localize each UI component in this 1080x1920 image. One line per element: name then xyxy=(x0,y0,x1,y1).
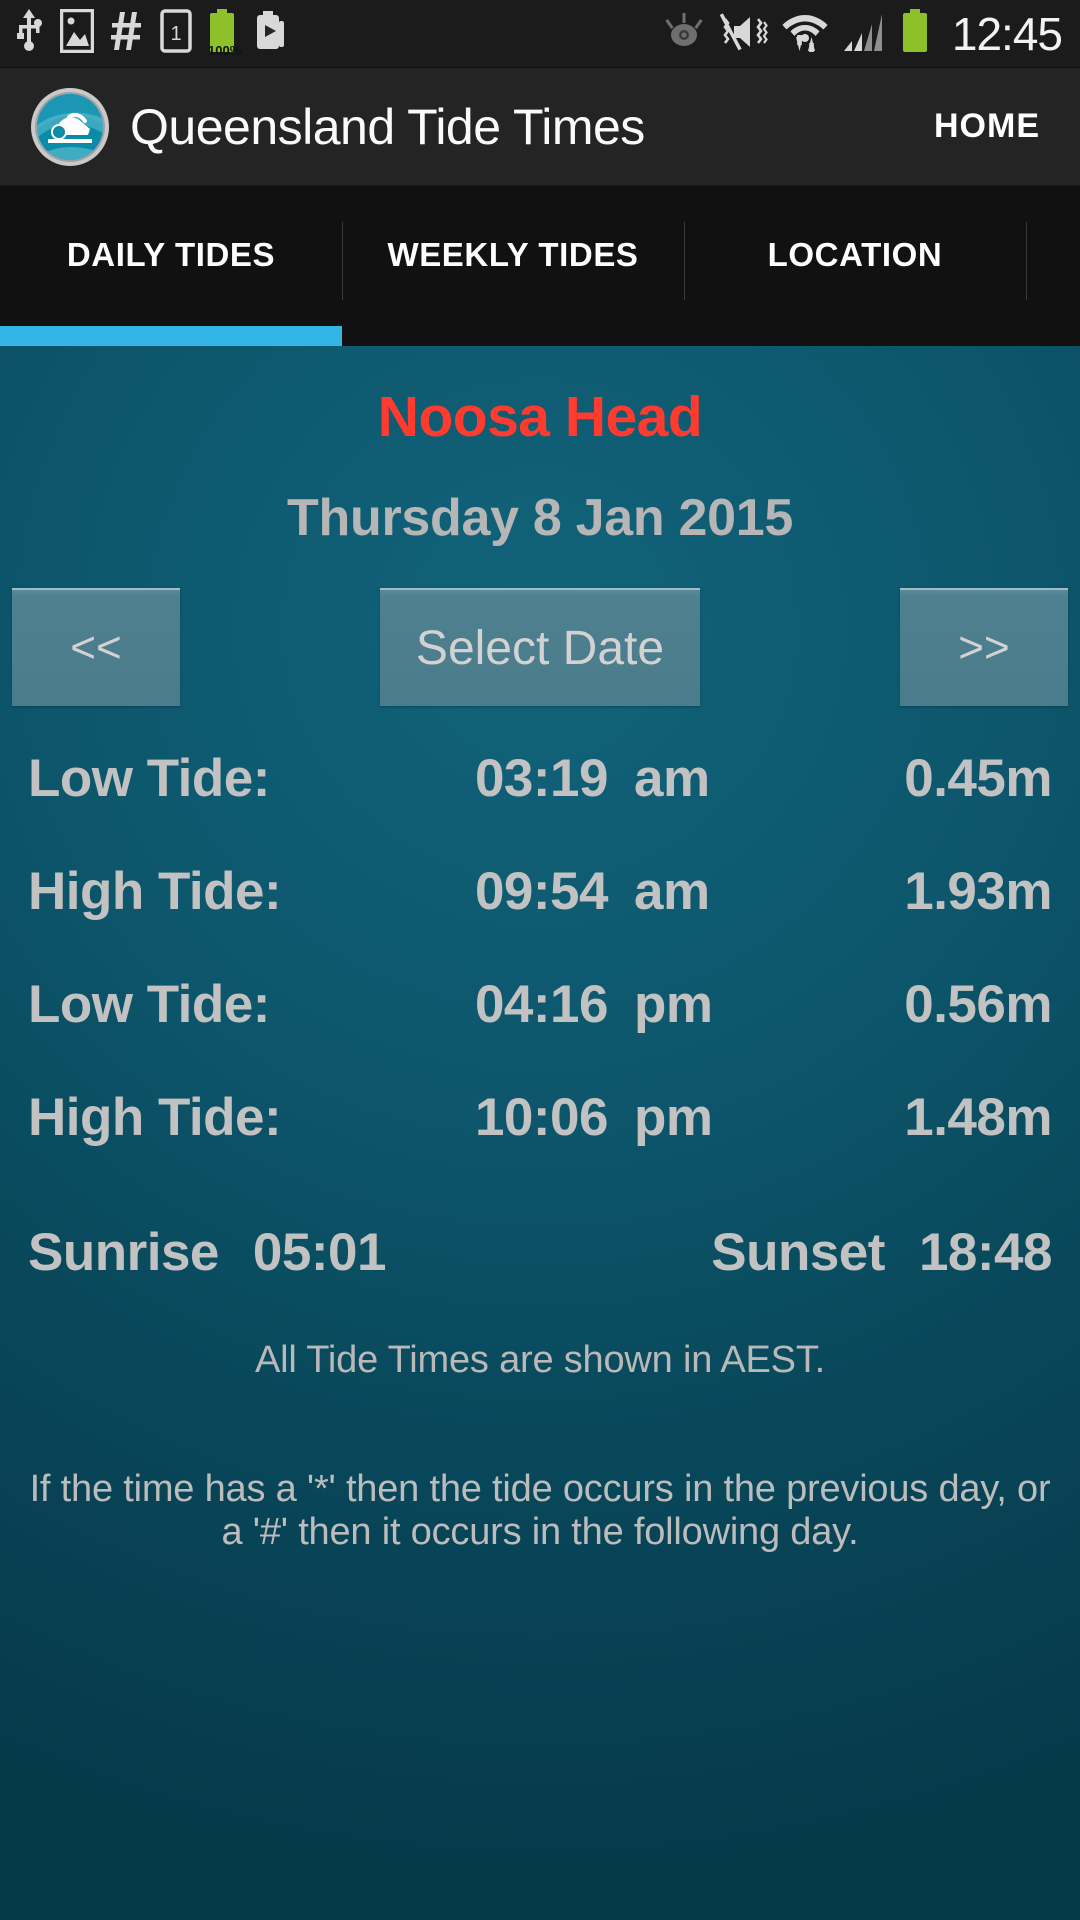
eye-smart-stay-icon xyxy=(662,9,706,58)
table-row: High Tide: 09:54 am 1.93m xyxy=(28,861,1053,974)
sunrise-time: 05:01 xyxy=(252,1223,387,1282)
home-button[interactable]: HOME xyxy=(924,93,1050,160)
symbol-legend-note: If the time has a '*' then the tide occu… xyxy=(29,1468,1051,1553)
tide-height-value: 0.56m xyxy=(904,975,1052,1034)
sound-mute-vibrate-icon xyxy=(719,9,768,58)
tide-meridiem: pm xyxy=(634,975,713,1034)
daily-tides-panel: Noosa Head Thursday 8 Jan 2015 << Select… xyxy=(0,346,1080,1920)
battery-icon xyxy=(900,9,930,58)
tide-time-value: 10:06 xyxy=(474,1088,609,1147)
battery-charging-icon: 100% xyxy=(208,9,242,58)
usb-icon xyxy=(14,9,44,58)
tide-type-label: High Tide: xyxy=(28,1088,282,1147)
tide-meridiem: am xyxy=(634,862,710,921)
sunrise-label: Sunrise xyxy=(28,1223,219,1282)
tab-daily-tides[interactable]: DAILY TIDES xyxy=(0,186,342,346)
app-title: Queensland Tide Times xyxy=(130,98,645,155)
next-day-button[interactable]: >> xyxy=(900,588,1068,706)
tide-time-value: 04:16 xyxy=(474,975,609,1034)
location-title: Noosa Head xyxy=(377,385,703,449)
date-navigation-row: << Select Date >> xyxy=(0,588,1080,706)
tab-weekly-tides[interactable]: WEEKLY TIDES xyxy=(342,186,684,346)
previous-day-button[interactable]: << xyxy=(12,588,180,706)
status-bar-clock: 12:45 xyxy=(951,7,1063,60)
tab-selected-indicator xyxy=(0,326,342,346)
sunset-time: 18:48 xyxy=(918,1223,1053,1282)
tab-location[interactable]: LOCATION xyxy=(684,186,1026,346)
tab-bar-right-divider xyxy=(1026,186,1028,346)
timezone-note: All Tide Times are shown in AEST. xyxy=(255,1339,825,1381)
hash-icon xyxy=(110,9,144,58)
battery-percent-label: 100% xyxy=(208,43,242,58)
tide-meridiem: am xyxy=(634,749,710,808)
table-row: Low Tide: 03:19 am 0.45m xyxy=(28,748,1053,861)
tide-type-label: High Tide: xyxy=(28,862,282,921)
app-root: 1 100% 12:45 Queensland Tide Times HOME … xyxy=(0,0,1080,1920)
table-row: High Tide: 10:06 pm 1.48m xyxy=(28,1087,1053,1200)
image-icon xyxy=(59,8,95,58)
sunset-label: Sunset xyxy=(711,1223,885,1282)
wifi-data-transfer-icon xyxy=(782,9,828,58)
svg-text:1: 1 xyxy=(170,23,181,45)
tide-height-value: 1.93m xyxy=(904,862,1052,921)
cellular-signal-icon xyxy=(842,9,886,58)
status-bar: 1 100% 12:45 xyxy=(0,0,1080,68)
tide-height-value: 1.48m xyxy=(904,1088,1052,1147)
tide-list: Low Tide: 03:19 am 0.45m High Tide: 09:5… xyxy=(0,748,1080,1200)
status-bar-right-icons: 12:45 xyxy=(662,7,1063,60)
tide-meridiem: pm xyxy=(634,1088,713,1147)
tide-type-label: Low Tide: xyxy=(28,975,270,1034)
tide-type-label: Low Tide: xyxy=(28,749,270,808)
selected-date-label: Thursday 8 Jan 2015 xyxy=(287,489,793,547)
tide-time-value: 03:19 xyxy=(474,749,609,808)
sun-times-row: Sunrise 05:01 Sunset 18:48 xyxy=(0,1222,1080,1283)
sim-1-icon: 1 xyxy=(160,9,192,58)
tide-height-value: 0.45m xyxy=(904,749,1052,808)
action-bar: Queensland Tide Times HOME xyxy=(0,68,1080,186)
app-install-icon xyxy=(252,9,286,58)
select-date-button[interactable]: Select Date xyxy=(380,588,700,706)
tide-time-value: 09:54 xyxy=(474,862,609,921)
queensland-tide-times-logo xyxy=(28,85,112,169)
status-bar-left-icons: 1 100% xyxy=(14,8,286,58)
tab-bar: DAILY TIDES WEEKLY TIDES LOCATION xyxy=(0,186,1080,346)
table-row: Low Tide: 04:16 pm 0.56m xyxy=(28,974,1053,1087)
